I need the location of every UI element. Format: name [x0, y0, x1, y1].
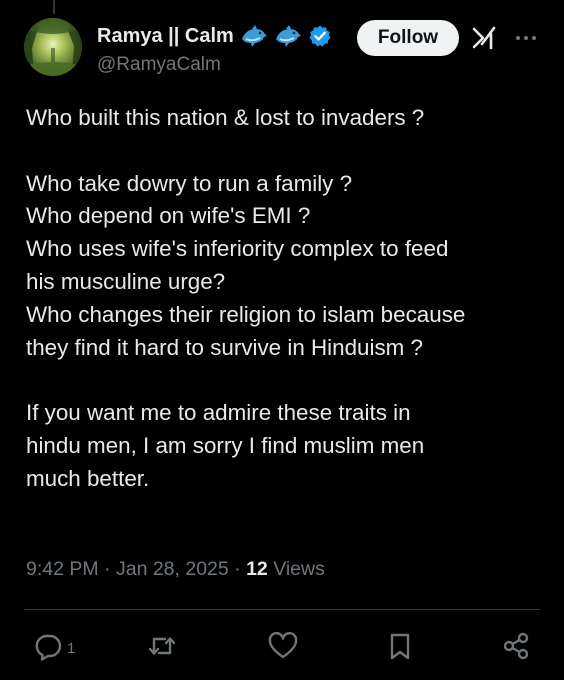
author-name-row: Ramya || Calm	[97, 22, 332, 50]
tweet-text-line: they find it hard to survive in Hinduism…	[26, 334, 423, 360]
tweet-text-line: Who take dowry to run a family ?	[26, 170, 353, 196]
reply-count: 1	[67, 639, 76, 657]
like-icon	[268, 631, 298, 661]
tweet-text-line: Who changes their religion to islam beca…	[26, 301, 466, 327]
reply-icon	[33, 631, 63, 661]
views-count: 12	[246, 558, 268, 580]
reply-button[interactable]: 1	[33, 630, 75, 662]
tweet-text-line: If you want me to admire these traits in	[26, 400, 411, 426]
tweet-metadata: 9:42 PM · Jan 28, 2025 · 12 Views	[26, 558, 325, 581]
more-options-icon[interactable]	[512, 24, 540, 52]
tweet-text-line: Who uses wife's inferiority complex to f…	[26, 236, 449, 262]
tweet-text-line	[26, 135, 546, 168]
tweet-text-line: his musculine urge?	[26, 268, 226, 294]
tweet-time[interactable]: 9:42 PM	[26, 558, 99, 580]
tweet-text: Who built this nation & lost to invaders…	[26, 102, 546, 496]
tweet-text-line: Who depend on wife's EMI ?	[26, 203, 311, 229]
follow-button[interactable]: Follow	[357, 20, 459, 56]
dolphin-emoji-icon	[274, 24, 302, 48]
like-button[interactable]	[268, 630, 298, 662]
tweet-date[interactable]: Jan 28, 2025	[116, 558, 229, 580]
verified-badge-icon[interactable]	[308, 24, 332, 48]
retweet-button[interactable]	[146, 630, 178, 662]
share-button[interactable]	[501, 630, 531, 662]
tweet-text-line	[26, 364, 546, 397]
tweet-text-line: much better.	[26, 465, 150, 491]
retweet-icon	[146, 631, 178, 661]
grok-icon[interactable]	[470, 24, 498, 52]
dolphin-emoji-icon	[240, 24, 268, 48]
meta-separator: ·	[228, 558, 247, 580]
bookmark-button[interactable]	[385, 630, 415, 662]
avatar[interactable]	[24, 18, 82, 76]
author-handle[interactable]: @RamyaCalm	[97, 54, 221, 76]
tweet-text-line: hindu men, I am sorry I find muslim men	[26, 432, 425, 458]
display-name[interactable]: Ramya || Calm	[97, 25, 234, 48]
meta-separator: ·	[98, 558, 116, 580]
views-label: Views	[267, 558, 325, 580]
tweet-text-line: Who built this nation & lost to invaders…	[26, 105, 425, 130]
bookmark-icon	[385, 631, 415, 661]
share-icon	[501, 631, 531, 661]
divider	[24, 609, 540, 610]
thread-connector-line	[53, 0, 55, 14]
